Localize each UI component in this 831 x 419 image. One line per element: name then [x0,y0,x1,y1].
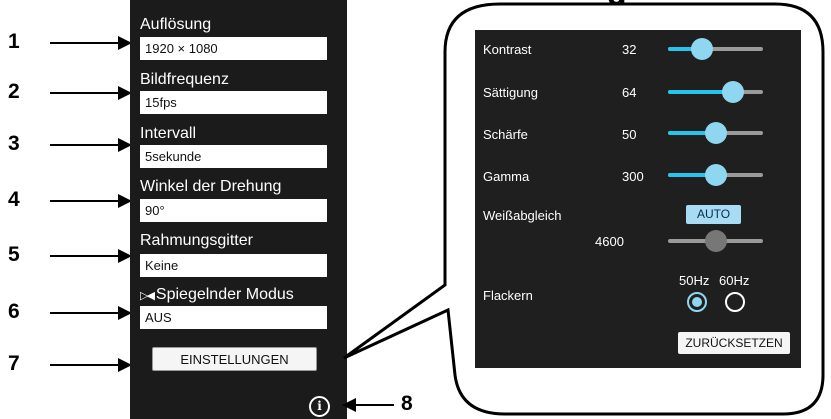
gamma-value: 300 [622,169,644,184]
image-settings-panel: Kontrast 32 Sättigung 64 Schärfe 50 Gamm… [475,30,801,368]
white-balance-slider[interactable] [668,230,763,252]
contrast-label: Kontrast [483,42,532,57]
contrast-slider-knob[interactable] [691,38,714,60]
sharpness-slider-knob[interactable] [704,122,727,144]
sharpness-value: 50 [622,127,637,142]
flicker-label: Flackern [483,288,533,303]
contrast-value: 32 [622,42,637,57]
white-balance-label: Weißabgleich [483,208,562,223]
sharpness-label: Schärfe [483,127,528,142]
sharpness-slider[interactable] [668,122,763,144]
white-balance-slider-knob[interactable] [704,230,727,252]
flicker-60hz-label: 60Hz [719,273,750,288]
saturation-value: 64 [622,85,637,100]
saturation-label: Sättigung [483,85,538,100]
gamma-slider[interactable] [668,164,763,186]
white-balance-auto-button[interactable]: AUTO [686,205,741,224]
contrast-slider[interactable] [668,38,763,60]
flicker-50hz-label: 50Hz [679,273,710,288]
saturation-slider-knob[interactable] [721,81,744,103]
gamma-slider-knob[interactable] [704,164,727,186]
flicker-50hz-radio[interactable] [687,292,707,312]
white-balance-value: 4600 [595,234,624,249]
saturation-slider[interactable] [668,81,763,103]
reset-button[interactable]: ZURÜCKSETZEN [678,332,790,354]
flicker-60hz-radio[interactable] [725,292,745,312]
gamma-label: Gamma [483,169,530,184]
